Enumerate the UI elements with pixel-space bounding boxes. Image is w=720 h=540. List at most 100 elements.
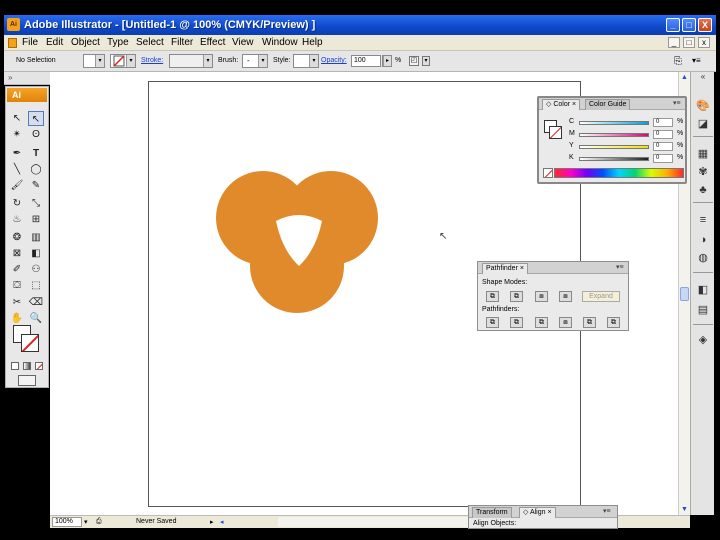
color-spectrum[interactable] — [554, 168, 684, 178]
none-mode-icon[interactable] — [35, 362, 43, 370]
stroke-panel-icon[interactable]: ≡ — [694, 212, 712, 228]
type-tool-icon[interactable]: T — [28, 146, 44, 161]
bottom-circle[interactable] — [250, 219, 344, 313]
cyan-slider[interactable] — [579, 121, 649, 125]
eyedropper-tool-icon[interactable]: ✐ — [9, 262, 25, 277]
slice-tool-icon[interactable]: ✂ — [9, 295, 25, 310]
graphic-styles-panel-icon[interactable]: ◧ — [694, 282, 712, 298]
opacity-arrow-button[interactable]: ▸ — [382, 55, 392, 67]
cyan-field[interactable]: 0 — [653, 118, 673, 127]
panel-menu-icon[interactable]: ▾≡ — [616, 263, 624, 271]
tab-pathfinder[interactable]: Pathfinder × — [482, 263, 528, 274]
menu-help[interactable]: Help — [302, 37, 323, 48]
color-stroke-swatch[interactable] — [549, 126, 562, 139]
mesh-tool-icon[interactable]: ⊠ — [9, 246, 25, 261]
tab-align[interactable]: ◇ Align × — [519, 507, 556, 518]
menu-effect[interactable]: Effect — [200, 37, 225, 48]
none-color-button[interactable] — [543, 168, 553, 178]
close-button[interactable]: X — [698, 18, 712, 32]
ellipse-tool-icon[interactable]: ◯ — [28, 162, 44, 177]
doc-restore-button[interactable]: □ — [683, 37, 695, 48]
subtract-from-shape-icon[interactable]: ⧉ — [510, 291, 523, 302]
scale-tool-icon[interactable]: ⤡ — [28, 196, 44, 211]
menu-edit[interactable]: Edit — [46, 37, 63, 48]
stroke-color-dropdown[interactable]: ▾ — [110, 54, 136, 68]
menu-type[interactable]: Type — [107, 37, 129, 48]
warp-tool-icon[interactable]: ♨ — [9, 212, 25, 227]
graph-tool-icon[interactable]: ▥ — [28, 230, 44, 245]
free-transform-tool-icon[interactable]: ⊞ — [28, 212, 44, 227]
zoom-tool-icon[interactable]: 🔍 — [28, 311, 44, 326]
tab-color-guide[interactable]: Color Guide — [585, 99, 631, 110]
maximize-button[interactable]: □ — [682, 18, 696, 32]
line-tool-icon[interactable]: ╲ — [9, 162, 25, 177]
yellow-field[interactable]: 0 — [653, 142, 673, 151]
black-field[interactable]: 0 — [653, 154, 673, 163]
magic-wand-tool-icon[interactable]: ✴ — [9, 127, 25, 142]
gradient-mode-icon[interactable] — [23, 362, 31, 370]
control-options-icon[interactable]: ▾≡ — [692, 56, 701, 65]
expand-button[interactable]: Expand — [582, 291, 620, 302]
recolor-icon[interactable]: ◰ — [409, 56, 419, 66]
add-to-shape-icon[interactable]: ⧉ — [486, 291, 499, 302]
blend-tool-icon[interactable]: ⚇ — [28, 262, 44, 277]
doc-minimize-button[interactable]: _ — [668, 37, 680, 48]
tab-transform[interactable]: Transform — [472, 507, 512, 518]
layers-panel-icon[interactable]: ◈ — [694, 332, 712, 348]
status-menu-icon[interactable]: ▸ — [210, 518, 214, 526]
intersect-shape-icon[interactable]: ⧈ — [535, 291, 548, 302]
magenta-field[interactable]: 0 — [653, 130, 673, 139]
screen-mode-icon[interactable] — [18, 375, 36, 386]
close-tab-icon[interactable]: × — [518, 265, 524, 272]
paintbrush-tool-icon[interactable]: 🖌 — [9, 178, 25, 193]
document-setup-icon[interactable]: ⎘ — [674, 56, 682, 67]
menu-object[interactable]: Object — [71, 37, 100, 48]
stroke-label[interactable]: Stroke: — [141, 57, 163, 64]
document-icon[interactable] — [8, 38, 17, 48]
pencil-tool-icon[interactable]: ✎ — [28, 178, 44, 193]
crop-icon[interactable]: ⧈ — [559, 317, 572, 328]
yellow-slider[interactable] — [579, 145, 649, 149]
gradient-tool-icon[interactable]: ◧ — [28, 246, 44, 261]
minus-back-icon[interactable]: ⧉ — [607, 317, 620, 328]
black-slider[interactable] — [579, 157, 649, 161]
appearance-panel-icon[interactable]: ◍ — [694, 250, 712, 266]
three-circle-shape[interactable] — [216, 171, 378, 313]
scroll-up-icon[interactable]: ▲ — [679, 72, 690, 83]
panel-menu-icon[interactable]: ▾≡ — [673, 99, 681, 107]
menu-file[interactable]: File — [22, 37, 38, 48]
stroke-weight-field[interactable]: ▾ — [169, 54, 213, 68]
symbol-sprayer-tool-icon[interactable]: ❂ — [9, 230, 25, 245]
stroke-swatch[interactable] — [21, 334, 39, 352]
live-paint-selection-tool-icon[interactable]: ⬚ — [28, 278, 44, 293]
live-paint-bucket-tool-icon[interactable]: ⛋ — [9, 278, 25, 293]
menu-window[interactable]: Window — [262, 37, 298, 48]
scroll-down-icon[interactable]: ▼ — [679, 504, 690, 515]
scroll-thumb[interactable] — [680, 287, 689, 301]
doc-close-button[interactable]: x — [698, 37, 710, 48]
close-tab-icon[interactable]: × — [546, 509, 551, 516]
exclude-overlap-icon[interactable]: ⧈ — [559, 291, 572, 302]
panel-menu-icon[interactable]: ▾≡ — [603, 507, 611, 515]
zoom-field[interactable]: 100% — [52, 517, 82, 527]
menu-select[interactable]: Select — [136, 37, 164, 48]
menu-view[interactable]: View — [232, 37, 254, 48]
align-panel-icon[interactable]: ▤ — [694, 302, 712, 318]
swatches-panel-icon[interactable]: ▦ — [694, 146, 712, 162]
tools-panel-header[interactable]: » — [4, 72, 50, 85]
magenta-slider[interactable] — [579, 133, 649, 137]
transparency-panel-icon[interactable]: ◑ — [694, 232, 712, 248]
scroll-left-icon[interactable]: ◂ — [220, 518, 224, 526]
dock-collapse-icon[interactable]: « — [694, 72, 712, 82]
color-panel-icon[interactable]: 🎨 — [694, 98, 712, 114]
menu-filter[interactable]: Filter — [171, 37, 193, 48]
rotate-tool-icon[interactable]: ↻ — [9, 196, 25, 211]
symbols-panel-icon[interactable]: ♣ — [694, 182, 712, 198]
control-menu-button[interactable]: ▾ — [422, 56, 430, 66]
gradient-panel-icon[interactable]: ◪ — [694, 116, 712, 132]
tab-color[interactable]: ◇ Color × — [542, 99, 581, 110]
pen-tool-icon[interactable]: ✒ — [9, 146, 25, 161]
page-icon[interactable]: ⎙ — [96, 518, 102, 526]
brushes-panel-icon[interactable]: ✾ — [694, 164, 712, 180]
trim-icon[interactable]: ⧉ — [510, 317, 523, 328]
